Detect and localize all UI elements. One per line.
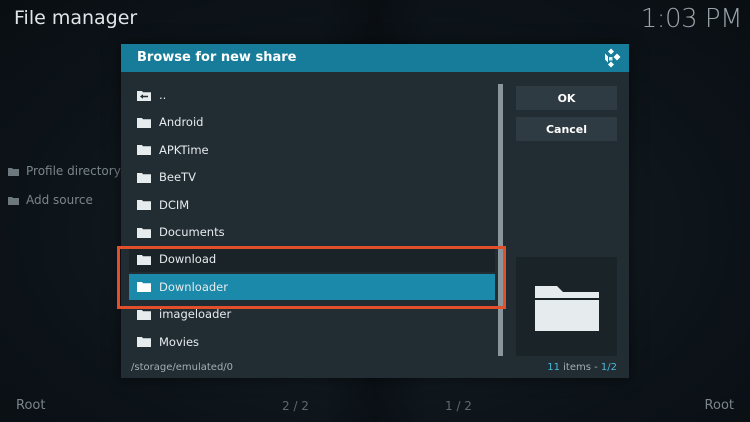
list-item[interactable]: Download [129,246,495,273]
folder-list[interactable]: .. Android APKTime BeeTV DCIM Documents … [129,82,495,356]
sidebar-item-profile-directory[interactable]: Profile directory [8,164,121,178]
browse-dialog: Browse for new share .. Android APKTime [121,44,629,378]
folder-icon [137,253,151,265]
list-item-label: Documents [159,225,225,239]
folder-icon [137,281,151,293]
list-item-label: Movies [159,334,200,349]
folder-icon [137,308,151,320]
folder-thumbnail [516,257,617,356]
list-item[interactable]: Documents [129,219,495,245]
large-folder-icon [534,285,599,331]
list-item-label: .. [159,88,167,102]
list-item[interactable]: APKTime [129,137,495,163]
dialog-header: Browse for new share [121,44,629,72]
list-item-label: Downloader [159,279,228,294]
footer-page-right: 1 / 2 [445,399,472,413]
list-item-label: imageloader [159,307,232,322]
folder-icon [137,199,151,211]
current-path: /storage/emulated/0 [131,362,234,373]
list-item[interactable]: Movies [129,329,495,355]
folder-icon [137,116,151,128]
list-item-label: Download [159,252,217,267]
footer-root-left: Root [16,398,46,413]
list-item-label: DCIM [159,197,190,212]
cancel-button[interactable]: Cancel [516,117,617,141]
list-item-label: Android [159,115,204,130]
ok-button[interactable]: OK [516,86,617,110]
list-item[interactable]: BeeTV [129,164,495,190]
item-count-label: items - [559,362,601,373]
folder-icon [137,226,151,238]
list-item-label: BeeTV [159,170,196,185]
item-count-page: 1/2 [600,362,617,373]
list-item[interactable]: Android [129,109,495,135]
list-item-focused[interactable]: Downloader [129,273,495,300]
footer-page-left: 2 / 2 [282,399,309,413]
folder-icon [8,167,19,176]
dialog-title: Browse for new share [137,50,297,65]
sidebar-item-label: Profile directory [26,164,121,178]
folder-icon [137,144,151,156]
item-count: 11 items - 1/2 [547,362,617,373]
folder-icon [137,171,151,183]
sidebar-item-label: Add source [26,193,93,207]
page-title: File manager [14,7,138,29]
folder-icon [137,336,151,348]
list-item-label: APKTime [159,142,209,157]
sidebar-item-add-source[interactable]: Add source [8,193,93,207]
list-scrollbar[interactable] [498,84,503,356]
item-count-number: 11 [547,362,560,373]
list-item[interactable]: imageloader [129,301,495,327]
scrollbar-thumb[interactable] [498,84,503,356]
folder-icon [8,196,19,205]
footer-root-right: Root [704,398,734,413]
list-item[interactable]: DCIM [129,192,495,218]
parent-folder-icon [137,89,151,101]
clock: 1:03 PM [640,4,743,34]
list-item-parent[interactable]: .. [129,82,495,108]
kodi-logo-icon [601,48,621,68]
